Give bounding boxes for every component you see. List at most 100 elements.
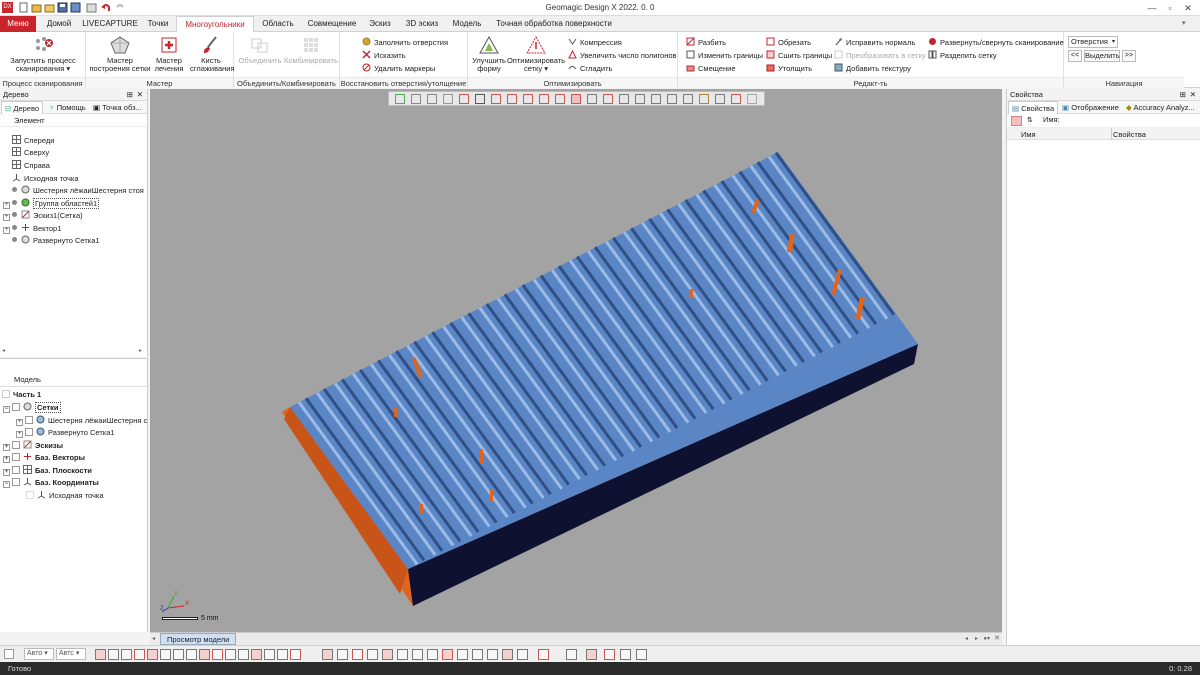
change-bounds-button[interactable]: Изменить границы (686, 49, 763, 62)
bottom-tool-icon[interactable] (95, 649, 106, 660)
bottom-tool-icon[interactable] (457, 649, 468, 660)
tab-menu[interactable]: Меню (0, 16, 36, 32)
model-item-gear-mesh[interactable]: + Шестерня лёжаиШестерня с (16, 415, 147, 427)
bottom-tool-icon[interactable] (427, 649, 438, 660)
stitch-button[interactable]: Сшить границы (766, 49, 832, 62)
subtab-viewpoint[interactable]: ▣ Точка обз... (90, 101, 145, 114)
tree-item-vector1[interactable]: + Вектор1 (3, 223, 61, 235)
compress-button[interactable]: Компрессия (568, 36, 622, 49)
tab-model-view[interactable]: Просмотр модели (160, 633, 237, 645)
sort-alpha-icon[interactable]: ⇅ (1027, 116, 1037, 126)
bottom-tool-icon[interactable] (442, 649, 453, 660)
tree-item-front[interactable]: Спереди (12, 135, 54, 147)
bottom-tool-icon[interactable] (238, 649, 249, 660)
fill-holes-button[interactable]: Заполнить отверстия (362, 36, 448, 49)
bottom-tool-icon[interactable] (620, 649, 631, 660)
pin-icon[interactable]: ⊞ (127, 89, 133, 101)
bottom-tool-icon[interactable] (352, 649, 363, 660)
merge-button[interactable]: Объединить (236, 35, 284, 65)
tab-polygons[interactable]: Многоугольники (176, 16, 254, 33)
bottom-tool-icon[interactable] (472, 649, 483, 660)
scroll-right-icon[interactable]: ▸ (139, 347, 145, 354)
tabs-next-icon[interactable]: ▸ (975, 635, 978, 642)
bottom-tool-icon[interactable] (636, 649, 647, 660)
offset-button[interactable]: Смещение (686, 62, 736, 75)
tabs-close-icon[interactable]: ✕ (994, 634, 1000, 642)
subtab-properties[interactable]: ▤ Свойства (1008, 101, 1059, 114)
ribbon-collapse-icon[interactable]: ▾ (1182, 19, 1192, 29)
nav-select-button[interactable]: Выделить (1084, 50, 1120, 62)
tree-item-region-group[interactable]: + Группа областей1 (3, 198, 100, 210)
model-item-ref-coords[interactable]: − Баз. Координаты (3, 477, 99, 489)
tabs-menu-icon[interactable]: ●▾ (983, 635, 990, 642)
bottom-tool-icon[interactable] (251, 649, 262, 660)
bottom-tool-icon[interactable] (566, 649, 577, 660)
tree-item-gear-mesh[interactable]: Шестерня лёжаиШестерня стоя (12, 185, 144, 197)
improve-shape-button[interactable]: Улучшить форму (470, 35, 508, 73)
bottom-tool-icon[interactable] (134, 649, 145, 660)
scroll-left-icon[interactable]: ◂ (2, 347, 8, 354)
mesh-build-wizard-button[interactable]: Мастер построения сетки (89, 35, 151, 73)
filter-select-2[interactable]: Автс ▾ (56, 648, 86, 660)
bottom-tool-icon[interactable] (538, 649, 549, 660)
combine-button[interactable]: Комбинировать (284, 35, 338, 65)
tree-item-sketch1[interactable]: + Эскиз1(Сетка) (3, 210, 83, 222)
tab-exact-surface[interactable]: Точная обработка поверхности (492, 16, 616, 32)
nav-next-button[interactable]: >> (1122, 50, 1136, 62)
minimize-button[interactable]: — (1144, 2, 1160, 14)
bottom-tool-icon[interactable] (397, 649, 408, 660)
subtab-tree[interactable]: ⊟ Дерево (1, 101, 44, 114)
tree-item-top[interactable]: Сверху (12, 147, 49, 159)
selection-mode-icon[interactable] (4, 649, 14, 659)
add-texture-button[interactable]: Добавить текстуру (834, 62, 911, 75)
tab-livecapture[interactable]: LIVECAPTURE (82, 16, 138, 32)
bottom-tool-icon[interactable] (160, 649, 171, 660)
nav-prev-button[interactable]: << (1068, 50, 1082, 62)
model-item-origin[interactable]: Исходная точка (26, 490, 104, 502)
bottom-tool-icon[interactable] (487, 649, 498, 660)
bottom-tool-icon[interactable] (264, 649, 275, 660)
bottom-tool-icon[interactable] (225, 649, 236, 660)
tabs-left-icon[interactable]: ◂ (152, 635, 155, 642)
bottom-tool-icon[interactable] (517, 649, 528, 660)
subtab-help[interactable]: ♆ Помощь (46, 101, 89, 114)
3d-viewport[interactable]: X Y Z 5 mm (150, 89, 1002, 632)
bottom-tool-icon[interactable] (412, 649, 423, 660)
split-mesh-button[interactable]: Разделить сетку (928, 49, 997, 62)
sort-category-icon[interactable] (1011, 116, 1022, 126)
bottom-tool-icon[interactable] (337, 649, 348, 660)
bottom-tool-icon[interactable] (121, 649, 132, 660)
maximize-button[interactable]: ▫ (1162, 2, 1178, 14)
close-icon[interactable]: ✕ (137, 89, 143, 101)
bottom-tool-icon[interactable] (186, 649, 197, 660)
tree-item-origin[interactable]: Исходная точка (12, 173, 79, 185)
bottom-tool-icon[interactable] (604, 649, 615, 660)
filter-select-1[interactable]: Авто ▾ (24, 648, 54, 660)
tabs-prev-icon[interactable]: ◂ (965, 635, 968, 642)
bottom-tool-icon[interactable] (367, 649, 378, 660)
navigation-select[interactable]: Отверстия ▾ (1068, 36, 1118, 48)
trim-button[interactable]: Обрезать (766, 36, 811, 49)
split-button[interactable]: Разбить (686, 36, 726, 49)
bottom-tool-icon[interactable] (147, 649, 158, 660)
tab-alignment[interactable]: Совмещение (304, 16, 360, 32)
model-item-ref-vectors[interactable]: + Баз. Векторы (3, 452, 85, 464)
model-item-meshes[interactable]: − Сетки (3, 402, 61, 414)
tab-model[interactable]: Модель (448, 16, 486, 32)
subtab-display[interactable]: ▣ Отображение (1059, 101, 1122, 114)
bottom-tool-icon[interactable] (586, 649, 597, 660)
subtab-accuracy[interactable]: ◆ Accuracy Analyz... (1123, 101, 1198, 114)
distort-button[interactable]: Исказить (362, 49, 406, 62)
fix-normals-button[interactable]: Исправить нормаль (834, 36, 915, 49)
bottom-tool-icon[interactable] (290, 649, 301, 660)
model-part[interactable]: Часть 1 (2, 389, 41, 401)
remove-markers-button[interactable]: Удалить маркеры (362, 62, 435, 75)
optimize-mesh-button[interactable]: Оптимизировать сетку ▾ (506, 35, 566, 73)
smooth-button[interactable]: Сгладить (568, 62, 612, 75)
tab-sketch[interactable]: Эскиз (364, 16, 396, 32)
tab-3d-sketch[interactable]: 3D эскиз (400, 16, 444, 32)
close-icon[interactable]: ✕ (1190, 89, 1196, 101)
model-item-unrolled-mesh[interactable]: + Развернуто Сетка1 (16, 427, 115, 439)
bottom-tool-icon[interactable] (173, 649, 184, 660)
expand-scan-button[interactable]: Развернуть/свернуть сканирование (928, 36, 1064, 49)
